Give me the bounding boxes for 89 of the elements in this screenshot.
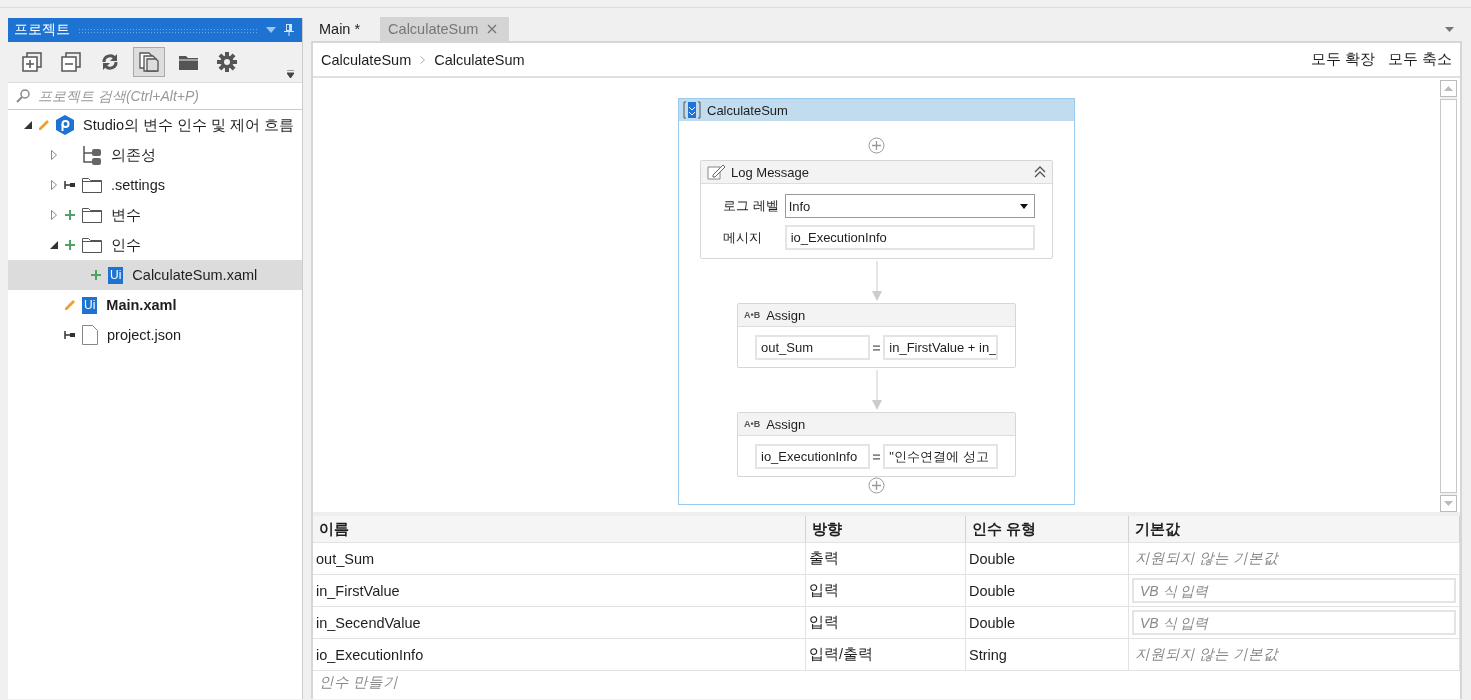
expand-all-icon	[22, 52, 42, 72]
search-icon	[16, 89, 30, 103]
activity-card[interactable]: A•B Assign io_ExecutionInfo "인수연결에 성고	[737, 412, 1016, 477]
expanded-arrow-icon[interactable]	[24, 121, 32, 129]
field-label: 메시지	[723, 228, 763, 247]
close-icon[interactable]	[487, 24, 498, 34]
table-cell: Double	[966, 543, 1129, 574]
activity-title: Assign	[766, 307, 806, 323]
table-cell: out_Sum	[313, 543, 806, 574]
column-header[interactable]: 이름	[313, 516, 806, 542]
tree-item[interactable]: project.json	[8, 320, 302, 350]
assign-target-field[interactable]: io_ExecutionInfo	[755, 444, 870, 469]
expanded-arrow-icon[interactable]	[50, 241, 58, 249]
sequence-icon	[683, 101, 701, 119]
hierarchy-icon	[82, 145, 102, 165]
documents-icon	[139, 52, 159, 72]
table-cell: io_ExecutionInfo	[313, 639, 806, 670]
table-cell: String	[966, 639, 1129, 670]
toolbar-link[interactable]: 모두 확장	[1310, 50, 1375, 69]
level-dropdown[interactable]: Info	[784, 194, 1035, 218]
tree-item[interactable]: 변수	[8, 200, 302, 230]
add-activity-icon[interactable]	[868, 477, 885, 494]
caret-icon	[1020, 203, 1028, 209]
assign-target-field[interactable]: out_Sum	[755, 335, 870, 360]
documents-button[interactable]	[133, 47, 165, 77]
folder-icon	[82, 177, 102, 193]
folder-icon	[82, 207, 102, 223]
table-cell: 입력	[806, 607, 966, 638]
tree-item[interactable]: 인수	[8, 230, 302, 260]
overflow-icon[interactable]	[287, 70, 294, 78]
assign-value-field[interactable]: in_FirstValue + in_	[883, 335, 998, 360]
assign-icon: A•B	[744, 310, 761, 320]
document-tab[interactable]: Main *	[311, 17, 373, 41]
pin-icon[interactable]	[284, 24, 294, 36]
connector-arrow	[871, 370, 882, 410]
table-cell: 지원되지 않는 기본값	[1129, 543, 1460, 574]
create-argument-field[interactable]: 인수 만들기	[313, 671, 399, 693]
add-activity-icon[interactable]	[868, 137, 885, 154]
activity-card[interactable]: A•B Assign out_Sum in_FirstValue + in_	[737, 303, 1016, 368]
assign-icon: A•B	[744, 419, 761, 429]
tree-item[interactable]: Studio의 변수 인수 및 제어 흐름	[8, 110, 302, 140]
tree-item[interactable]: 의존성	[8, 140, 302, 170]
table-cell: 지원되지 않는 기본값	[1129, 639, 1460, 670]
workflow-icon: Ui	[108, 266, 124, 284]
table-cell: 입력	[806, 575, 966, 606]
connector-arrow	[871, 261, 882, 301]
tree-item[interactable]: .settings	[8, 170, 302, 200]
field-label: 로그 레벨	[723, 197, 779, 215]
message-field[interactable]: io_ExecutionInfo	[784, 225, 1035, 250]
settings-icon	[217, 52, 237, 72]
search-field[interactable]: 프로젝트 검색(Ctrl+Alt+P)	[36, 87, 294, 105]
activity-title: Log Message	[731, 164, 810, 180]
collapse-all-icon	[61, 52, 81, 72]
tree-item[interactable]: Ui Main.xaml	[8, 290, 302, 320]
equals-icon	[872, 344, 881, 351]
collapsed-arrow-icon[interactable]	[51, 210, 57, 220]
edit-note-icon	[707, 164, 725, 180]
table-cell: Double	[966, 607, 1129, 638]
breadcrumb-link[interactable]: CalculateSum	[321, 51, 412, 68]
toolbar-link[interactable]: 모두 축소	[1387, 50, 1452, 69]
column-header[interactable]: 인수 유형	[966, 516, 1129, 542]
table-cell: Double	[966, 575, 1129, 606]
panel-title: 프로젝트	[14, 21, 70, 39]
column-header[interactable]: 방향	[806, 516, 966, 542]
project-icon	[56, 115, 74, 135]
table-cell: in_FirstValue	[313, 575, 806, 606]
equals-icon	[872, 453, 881, 460]
activity-title: Assign	[766, 416, 806, 432]
sequence-title: CalculateSum	[707, 102, 788, 118]
table-cell: in_SecendValue	[313, 607, 806, 638]
folder-icon	[82, 237, 102, 253]
file-icon	[82, 325, 98, 345]
dropdown-icon[interactable]	[1445, 27, 1454, 32]
assign-value-field[interactable]: "인수연결에 성고	[883, 444, 998, 469]
column-header[interactable]: 기본값	[1129, 516, 1460, 542]
activity-card[interactable]: Log Message 로그 레벨 Info 메시지 io_ExecutionInfo	[700, 160, 1053, 259]
expression-field[interactable]: VB 식 입력	[1132, 610, 1456, 635]
dropdown-icon[interactable]	[266, 27, 276, 33]
table-cell: 입력/출력	[806, 639, 966, 670]
refresh-icon	[100, 52, 120, 72]
expression-field[interactable]: VB 식 입력	[1132, 578, 1456, 603]
collapsed-arrow-icon[interactable]	[51, 180, 57, 190]
workflow-icon: Ui	[82, 296, 98, 314]
table-cell: 출력	[806, 543, 966, 574]
collapsed-arrow-icon[interactable]	[51, 150, 57, 160]
breadcrumb-link[interactable]: CalculateSum	[434, 51, 525, 68]
chevron-icon	[420, 55, 426, 64]
tree-item[interactable]: Ui CalculateSum.xaml	[8, 260, 302, 290]
collapse-icon[interactable]	[1034, 166, 1046, 178]
